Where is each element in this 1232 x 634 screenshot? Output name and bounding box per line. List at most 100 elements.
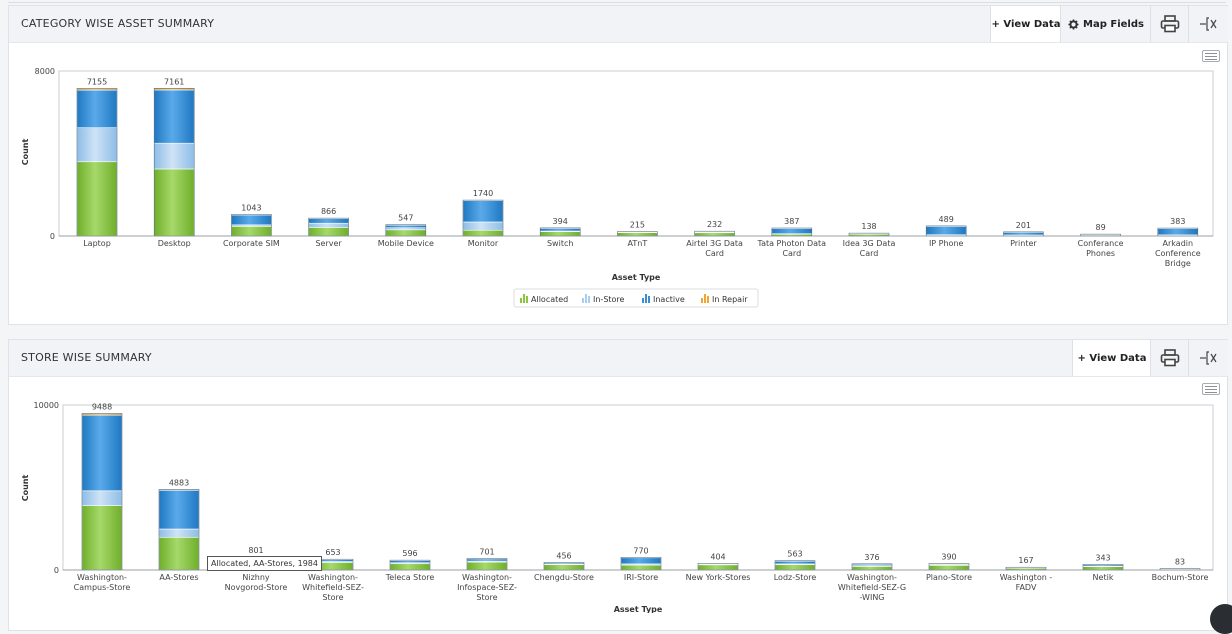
bar-segment-allocated [539,231,581,237]
legend-swatch [704,294,706,303]
data-label: 215 [630,221,645,230]
bar-segment-allocated [76,161,118,237]
bar-segment-inactive [153,89,195,144]
y-axis-title: Count [21,139,30,166]
x-tick-label: Netik [1093,573,1114,582]
x-tick-label: Lodz-Store [774,573,817,582]
data-label: 7155 [87,77,107,86]
data-label: 138 [861,222,876,231]
x-tick-label: FADV [1016,583,1037,592]
legend-swatch [701,298,703,303]
data-label: 596 [402,549,417,558]
y-tick-label: 0 [54,566,59,575]
bar-segment-inactive [462,200,504,223]
bar-segment-inactive [81,414,123,492]
x-tick-label: Campus-Store [74,583,131,592]
legend-swatch [642,298,644,303]
data-label: 394 [553,217,568,226]
data-label: 701 [479,547,494,556]
x-tick-label: Airtel 3G Data [686,239,743,248]
data-label: 83 [1175,558,1185,567]
bar-segment-inactive [1157,228,1199,236]
bar-segment-allocated [851,566,893,571]
bar-segment-allocated [617,232,658,237]
data-label: 7161 [164,77,184,86]
x-tick-label: Plano-Store [926,573,972,582]
x-tick-label: Teleca Store [385,573,435,582]
data-label: 89 [1096,223,1106,232]
bar-segment-allocated [774,564,816,571]
x-tick-label: IP Phone [929,239,964,248]
x-tick-label: Chengdu-Store [534,573,594,582]
legend-swatch [707,296,709,303]
data-label: 387 [784,217,799,226]
x-tick-label: Washington- [77,573,127,582]
data-label: 167 [1018,556,1033,565]
chart-tooltip: Allocated, AA-Stores, 1984 [207,556,322,571]
bar-segment-allocated [694,232,735,237]
x-tick-label: Server [315,239,342,248]
x-tick-label: Card [705,249,724,258]
data-label: 770 [633,546,648,555]
bar-segment-allocated [153,168,195,237]
x-tick-label: ATnT [628,239,648,248]
data-label: 547 [398,214,413,223]
x-tick-label: Infospace-SEZ- [457,583,517,592]
legend-item: In Repair [712,295,748,304]
legend-swatch [645,294,647,303]
plot-area [62,404,1214,571]
x-tick-label: Idea 3G Data [843,239,896,248]
plot-area [58,70,1214,237]
bar-segment-inactive [620,557,662,565]
bar-segment-in-store [81,490,123,506]
x-tick-label: Laptop [83,239,111,248]
data-label: 383 [1170,217,1185,226]
charts-canvas: 8000 0 Count 7155 Laptop 7161 Desktop 1043 Corpo… [21,67,1214,613]
bar-segment-in-store [462,221,504,231]
x-tick-label: Novgorod-Store [225,583,288,592]
x-tick-label: Bridge [1165,259,1191,268]
bar-segment-in-store [385,227,427,231]
x-tick-label: -WING [859,593,884,602]
data-label: 404 [710,552,725,561]
x-axis-title: Asset Type [614,605,663,613]
x-tick-label: Printer [1010,239,1037,248]
data-label: 343 [1095,553,1110,562]
y-tick-label: 8000 [35,67,55,76]
data-label: 9488 [92,402,112,411]
x-tick-label: Whitefield-SEZ-G [838,583,906,592]
x-tick-label: Whitefield-SEZ- [302,583,364,592]
legend-swatch [648,296,650,303]
bar-segment-allocated [466,561,508,571]
bar-segment-inactive [158,489,200,530]
legend-swatch [520,298,522,303]
data-label: 456 [556,551,571,560]
x-tick-label: Washington- [308,573,358,582]
x-tick-label: Monitor [468,239,499,248]
bar-segment-inactive [771,228,813,235]
bar-segment-allocated [231,226,272,237]
x-tick-label: Card [860,249,879,258]
x-tick-label: Card [782,249,801,258]
x-tick-label: Conferance [1078,239,1124,248]
data-label: 563 [787,550,802,559]
bar-segment-allocated [697,564,739,571]
bar-segment-inactive [308,218,349,224]
bar-segment-allocated [385,229,427,237]
bar-segment-inactive [1003,231,1044,236]
y-tick-label: 0 [50,232,55,241]
data-label: 801 [248,546,263,555]
x-tick-label: Desktop [158,239,191,248]
bar-segment-allocated [620,564,662,571]
chat-launcher[interactable] [1210,604,1232,634]
data-label: 232 [707,220,722,229]
legend-swatch [526,296,528,303]
data-label: 653 [325,548,340,557]
bar-segment-allocated [158,536,200,571]
data-label: 1043 [241,203,261,212]
x-tick-label: Corporate SIM [223,239,280,248]
x-tick-label: Washington- [462,573,512,582]
bar-segment-in-store [153,142,195,170]
bar-segment-inactive [925,226,967,236]
legend-swatch [582,298,584,303]
